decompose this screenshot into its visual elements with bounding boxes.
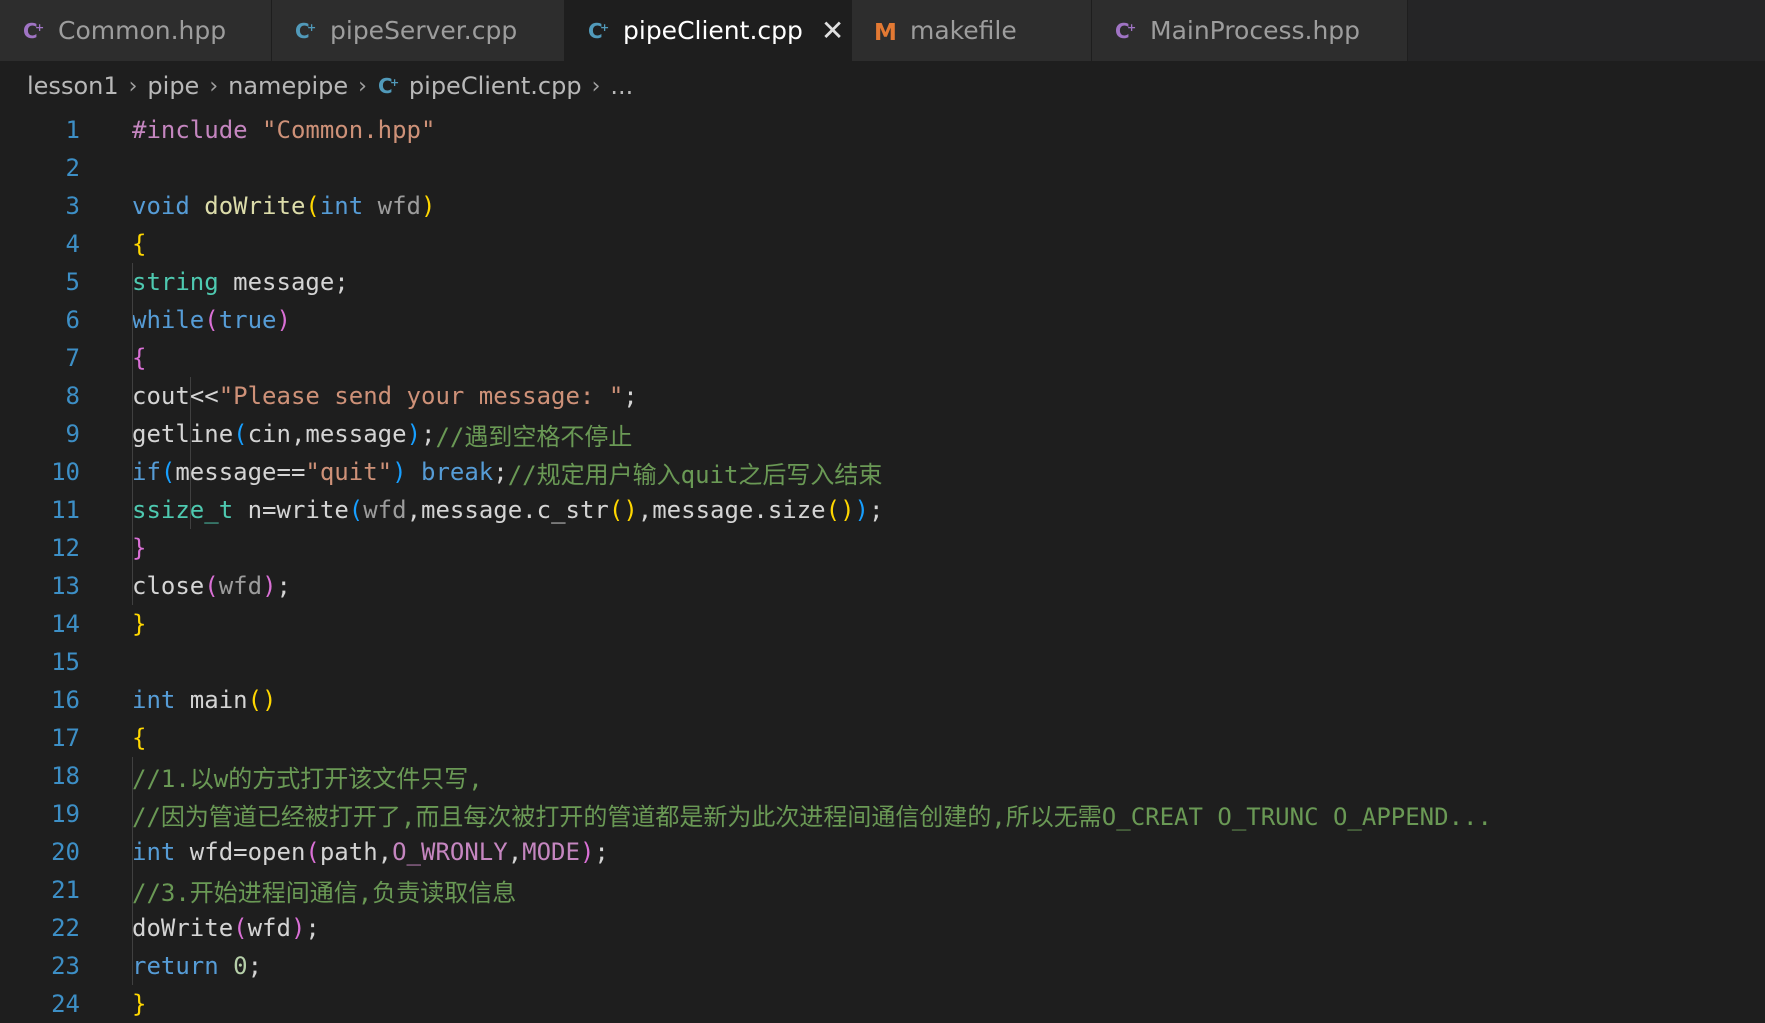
tab-label: makefile: [910, 16, 1017, 45]
line-number: 20: [51, 838, 80, 866]
chevron-right-icon: ›: [128, 73, 138, 99]
svg-text:+: +: [35, 21, 44, 34]
tab-mainprocess-hpp[interactable]: C + MainProcess.hpp: [1092, 0, 1408, 61]
line-number: 21: [51, 876, 80, 904]
code-line: 1 #include "Common.hpp": [0, 111, 1765, 149]
breadcrumb-item[interactable]: ...: [610, 72, 633, 100]
svg-text:+: +: [1127, 21, 1136, 34]
chevron-right-icon: ›: [591, 73, 601, 99]
line-number: 13: [51, 572, 80, 600]
tab-makefile[interactable]: M makefile: [852, 0, 1092, 61]
breadcrumb-item[interactable]: lesson1: [27, 72, 119, 100]
cpp-icon: C +: [587, 19, 623, 43]
code-line: 4 {: [0, 225, 1765, 263]
code-line: 3 void doWrite(int wfd): [0, 187, 1765, 225]
line-number: 24: [51, 990, 80, 1018]
line-number: 12: [51, 534, 80, 562]
code-line: 10 if(message== "quit") break;//规定用户输入qui…: [0, 453, 1765, 491]
breadcrumb-item[interactable]: pipe: [147, 72, 199, 100]
makefile-icon: M: [874, 19, 910, 43]
code-line: 21 //3.开始进程间通信,负责读取信息: [0, 871, 1765, 909]
code-line: 11 ssize_t n= write(wfd ,message. c_str() ,m…: [0, 491, 1765, 529]
svg-text:M: M: [874, 20, 897, 43]
svg-text:+: +: [307, 21, 316, 34]
code-line: 17 {: [0, 719, 1765, 757]
code-line: 8 cout<< "Please send your message: ";: [0, 377, 1765, 415]
line-number: 18: [51, 762, 80, 790]
line-number: 14: [51, 610, 80, 638]
line-number: 6: [65, 306, 80, 334]
line-number: 5: [65, 268, 80, 296]
tab-label: pipeClient.cpp: [623, 16, 803, 45]
code-line: 12 }: [0, 529, 1765, 567]
close-icon[interactable]: ✕: [821, 14, 844, 47]
svg-text:+: +: [390, 76, 399, 89]
code-line: 7 {: [0, 339, 1765, 377]
code-line: 2: [0, 149, 1765, 187]
tab-bar: C + Common.hpp C + pipeServer.cpp C + pipeC…: [0, 0, 1765, 61]
line-number: 8: [65, 382, 80, 410]
line-number: 16: [51, 686, 80, 714]
tab-pipeserver-cpp[interactable]: C + pipeServer.cpp: [272, 0, 565, 61]
line-number: 10: [51, 458, 80, 486]
code-line: 18 //1.以w的方式打开该文件只写,: [0, 757, 1765, 795]
breadcrumb-item[interactable]: namepipe: [228, 72, 348, 100]
tab-pipeclient-cpp[interactable]: C + pipeClient.cpp ✕: [565, 0, 852, 61]
cpp-icon: C +: [294, 19, 330, 43]
tab-label: Common.hpp: [58, 16, 227, 45]
chevron-right-icon: ›: [358, 73, 367, 99]
line-number: 17: [51, 724, 80, 752]
code-line: 5 string message;: [0, 263, 1765, 301]
code-line: 23 return 0;: [0, 947, 1765, 985]
line-number: 22: [51, 914, 80, 942]
line-number: 7: [65, 344, 80, 372]
code-line: 20 int wfd= open(path, O_WRONLY, MODE);: [0, 833, 1765, 871]
line-number: 4: [65, 230, 80, 258]
code-line: 14 }: [0, 605, 1765, 643]
code-line: 24 }: [0, 985, 1765, 1023]
line-number: 15: [51, 648, 80, 676]
cpp-icon: C +: [1114, 19, 1150, 43]
chevron-right-icon: ›: [209, 73, 219, 99]
cpp-icon: C +: [377, 74, 401, 98]
code-line: 9 getline(cin,message);//遇到空格不停止: [0, 415, 1765, 453]
tab-label: MainProcess.hpp: [1150, 16, 1361, 45]
cpp-icon: C +: [22, 19, 58, 43]
breadcrumb-item[interactable]: pipeClient.cpp: [409, 72, 582, 100]
code-line: 13 close(wfd);: [0, 567, 1765, 605]
line-number: 9: [65, 420, 80, 448]
tab-common-hpp[interactable]: C + Common.hpp: [0, 0, 272, 61]
svg-text:+: +: [600, 21, 609, 34]
line-number: 19: [51, 800, 80, 828]
line-number: 3: [65, 192, 80, 220]
line-number: 1: [65, 116, 80, 144]
line-number: 23: [51, 952, 80, 980]
line-number: 11: [51, 496, 80, 524]
code-line: 16 int main(): [0, 681, 1765, 719]
breadcrumb: lesson1 › pipe › namepipe › C + pipeClien…: [0, 61, 1765, 111]
code-line: 6 while(true): [0, 301, 1765, 339]
code-editor[interactable]: 1 #include "Common.hpp" 2 3 void doWrite…: [0, 111, 1765, 1023]
line-number: 2: [65, 154, 80, 182]
code-line: 19 //因为管道已经被打开了,而且每次被打开的管道都是新为此次进程间通信创建的…: [0, 795, 1765, 833]
tab-label: pipeServer.cpp: [330, 16, 518, 45]
code-line: 15: [0, 643, 1765, 681]
code-line: 22 doWrite(wfd);: [0, 909, 1765, 947]
